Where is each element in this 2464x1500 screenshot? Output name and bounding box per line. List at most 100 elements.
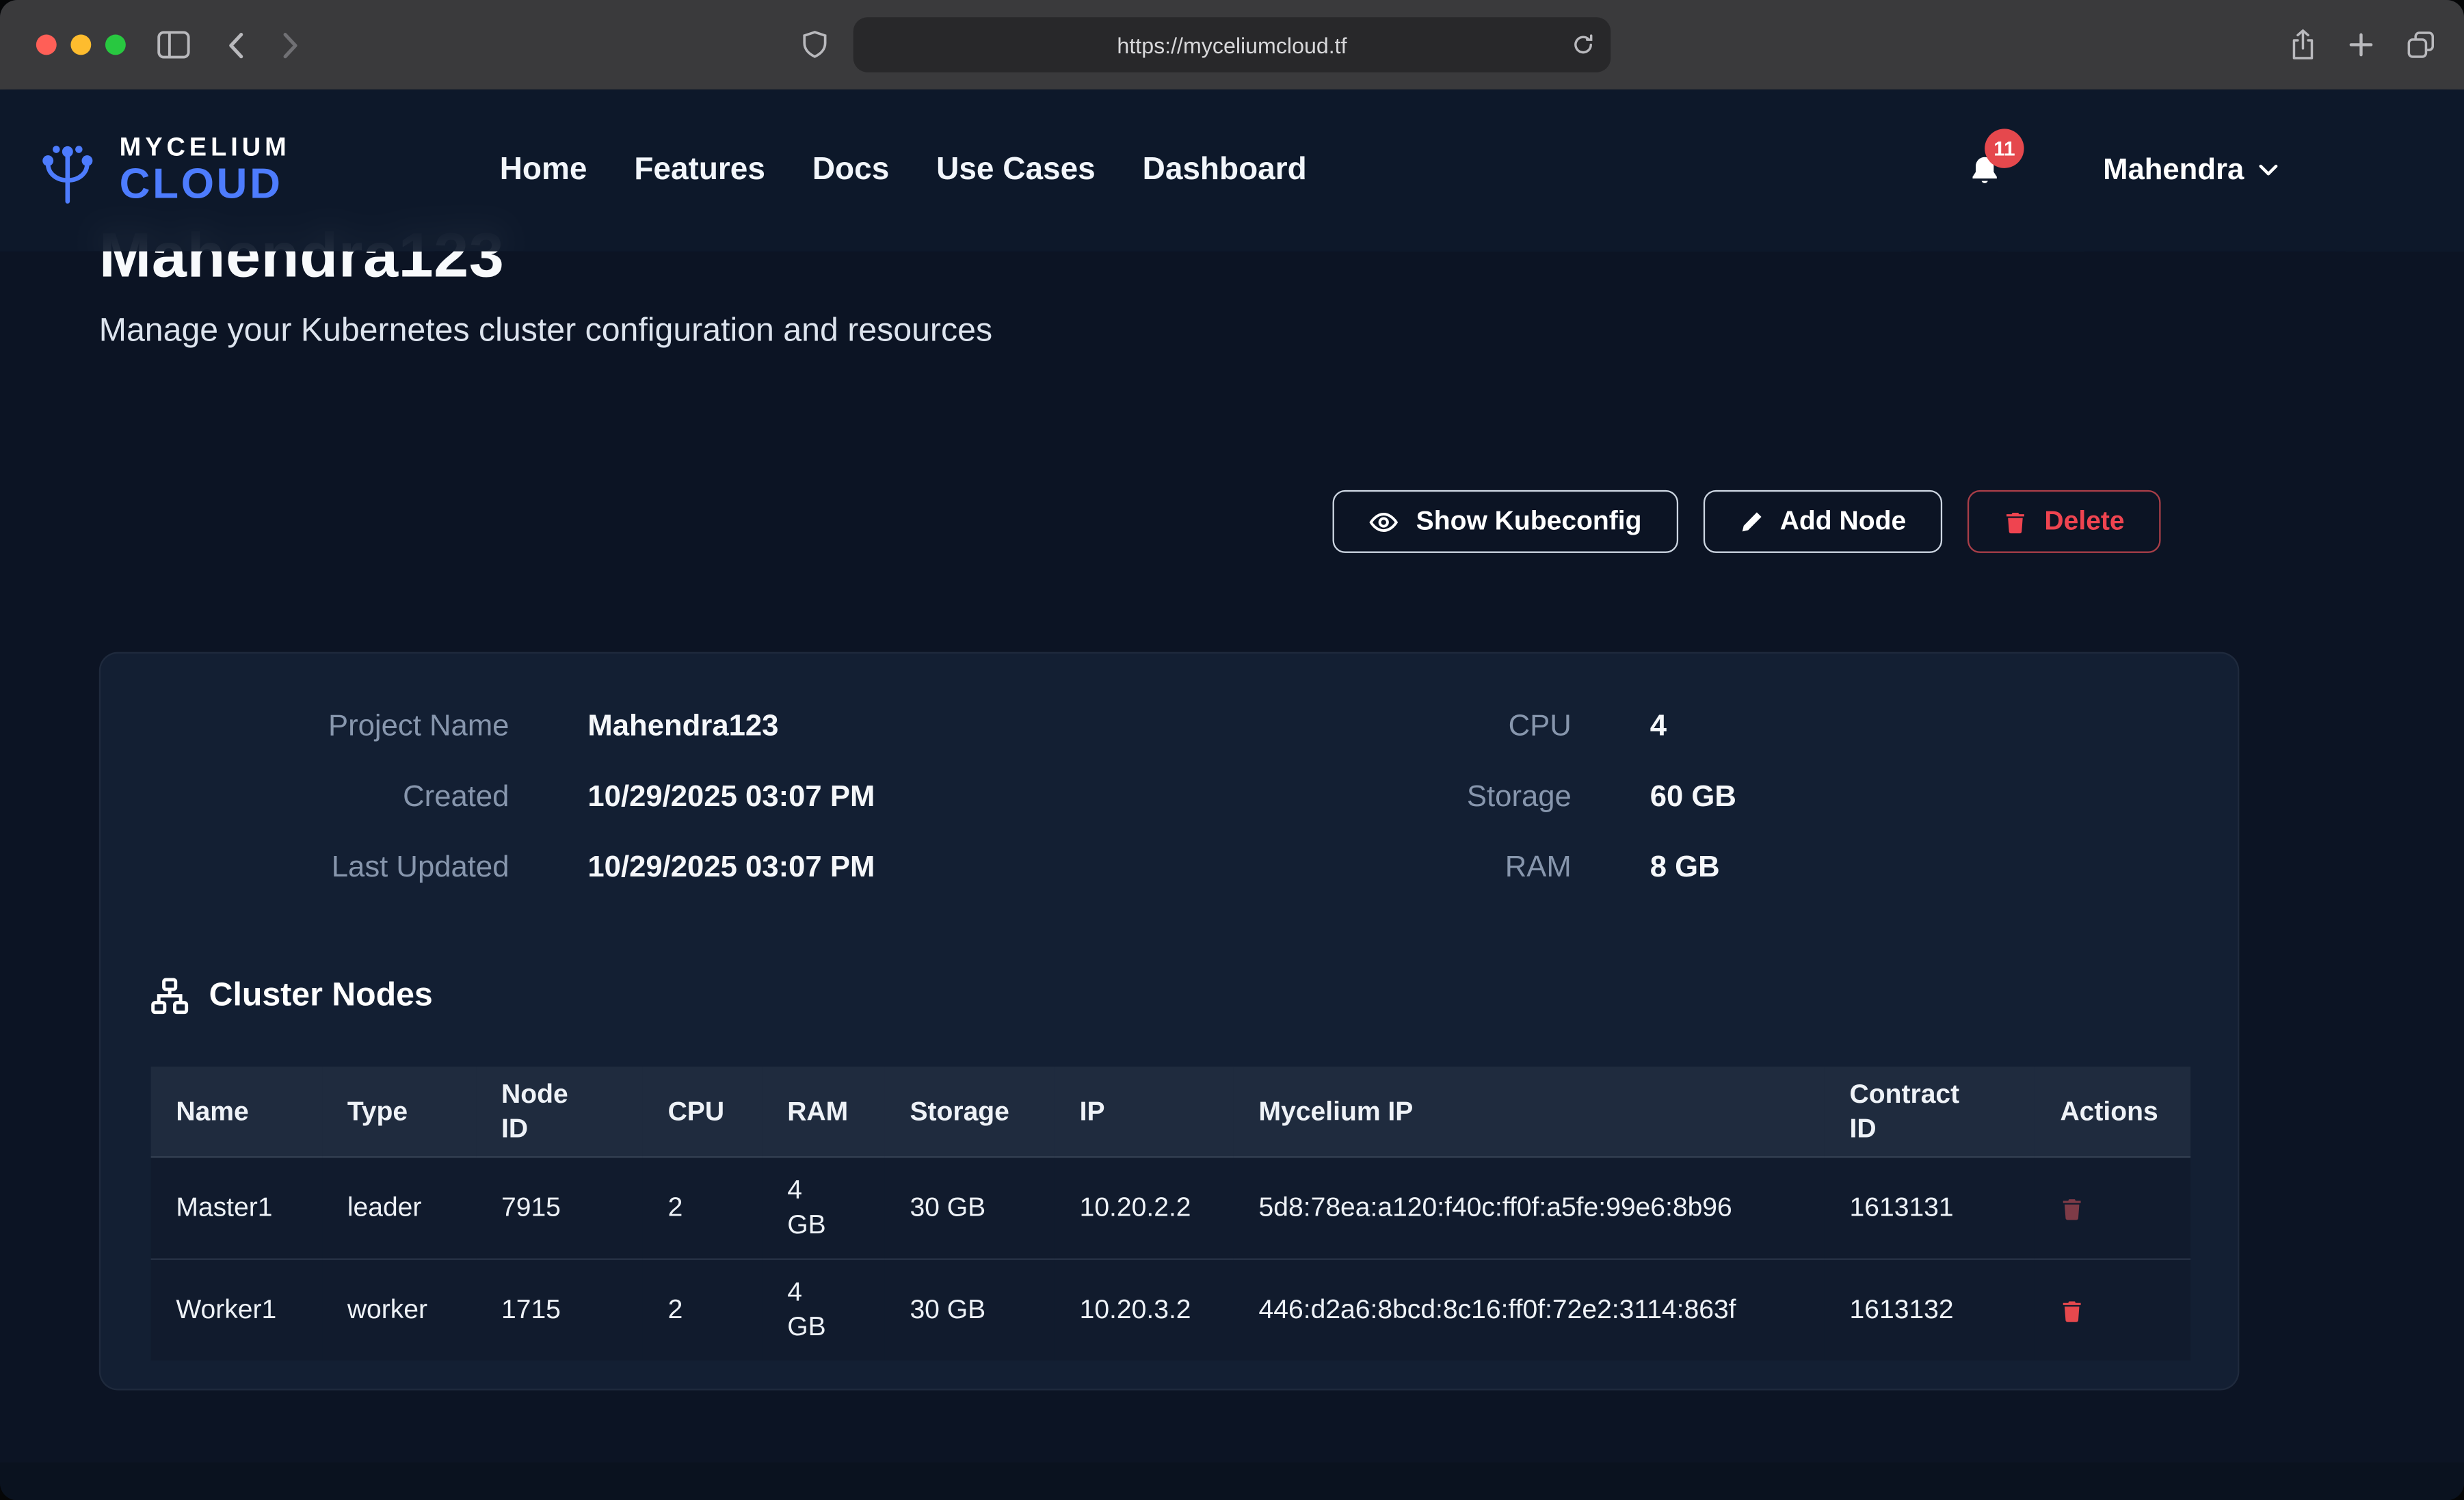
ram-value: 8 GB	[1650, 851, 1720, 885]
cell-type: leader	[322, 1157, 476, 1259]
stage: Mahendra123 Manage your Kubernetes clust…	[0, 0, 2464, 1500]
trash-icon	[2060, 1298, 2083, 1322]
chevron-down-icon	[2258, 163, 2279, 178]
table-row: Worker1 worker 1715 2 4 GB 30 GB 10.20.3…	[151, 1259, 2191, 1361]
user-name: Mahendra	[2103, 153, 2244, 188]
info-row-storage: Storage 60 GB	[1169, 762, 2188, 832]
cell-cpu: 2	[643, 1259, 763, 1361]
cluster-info-grid: Project Name Mahendra123 Created 10/29/2…	[151, 691, 2188, 903]
nav-item-home[interactable]: Home	[500, 152, 587, 189]
main-nav: Home Features Docs Use Cases Dashboard	[500, 90, 1307, 252]
reload-button[interactable]	[1572, 33, 1595, 56]
share-button[interactable]	[2290, 28, 2316, 61]
user-menu[interactable]: Mahendra	[2093, 152, 2288, 189]
cell-ip: 10.20.3.2	[1055, 1259, 1234, 1361]
info-column-left: Project Name Mahendra123 Created 10/29/2…	[151, 691, 1169, 903]
page-subtitle: Manage your Kubernetes cluster configura…	[99, 312, 992, 350]
cell-contract-id: 1613132	[1825, 1259, 2035, 1361]
col-header-name: Name	[151, 1067, 322, 1157]
nav-item-features[interactable]: Features	[634, 152, 765, 189]
last-updated-label: Last Updated	[151, 851, 509, 885]
ram-label: RAM	[1169, 851, 1572, 885]
logo-line2: CLOUD	[120, 162, 291, 206]
eye-icon	[1369, 507, 1399, 537]
site-header: MYCELIUM CLOUD Home Features Docs Use Ca…	[0, 90, 2464, 252]
notifications-button[interactable]: 11	[1958, 152, 2011, 189]
project-name-value: Mahendra123	[587, 709, 778, 744]
trash-icon	[2060, 1196, 2083, 1220]
add-node-button[interactable]: Add Node	[1703, 490, 1942, 553]
notification-badge: 11	[1985, 128, 2024, 167]
created-value: 10/29/2025 03:07 PM	[587, 780, 875, 815]
table-header-row: Name Type Node ID CPU RAM Storage IP Myc…	[151, 1067, 2191, 1157]
close-button[interactable]	[36, 35, 57, 55]
cell-node-id: 7915	[476, 1157, 643, 1259]
nav-item-use-cases[interactable]: Use Cases	[936, 152, 1096, 189]
col-header-storage: Storage	[885, 1067, 1055, 1157]
toolbar-right-group	[2290, 0, 2436, 90]
nav-item-dashboard[interactable]: Dashboard	[1143, 152, 1307, 189]
delete-node-button[interactable]	[2060, 1196, 2083, 1220]
col-header-cpu: CPU	[643, 1067, 763, 1157]
cell-type: worker	[322, 1259, 476, 1361]
new-tab-button[interactable]	[2348, 31, 2374, 58]
col-header-node-id: Node ID	[476, 1067, 643, 1157]
project-name-label: Project Name	[151, 709, 509, 744]
cluster-nodes-heading: Cluster Nodes	[151, 977, 433, 1015]
fullscreen-button[interactable]	[105, 35, 126, 55]
table-row: Master1 leader 7915 2 4 GB 30 GB 10.20.2…	[151, 1157, 2191, 1259]
show-kubeconfig-label: Show Kubeconfig	[1416, 506, 1642, 537]
cell-ram: 4 GB	[762, 1157, 884, 1259]
nav-item-docs[interactable]: Docs	[812, 152, 889, 189]
info-column-right: CPU 4 Storage 60 GB RAM 8 GB	[1169, 691, 2188, 903]
storage-label: Storage	[1169, 780, 1572, 815]
logo[interactable]: MYCELIUM CLOUD	[31, 134, 291, 206]
minimize-button[interactable]	[70, 35, 91, 55]
col-header-actions: Actions	[2035, 1067, 2190, 1157]
cell-name: Master1	[151, 1157, 322, 1259]
col-header-type: Type	[322, 1067, 476, 1157]
cluster-nodes-title: Cluster Nodes	[209, 977, 433, 1015]
cell-node-id: 1715	[476, 1259, 643, 1361]
add-node-label: Add Node	[1780, 506, 1906, 537]
cell-contract-id: 1613131	[1825, 1157, 2035, 1259]
table-body: Master1 leader 7915 2 4 GB 30 GB 10.20.2…	[151, 1157, 2191, 1361]
cell-name: Worker1	[151, 1259, 322, 1361]
logo-line1: MYCELIUM	[120, 135, 291, 162]
cell-actions	[2035, 1157, 2190, 1259]
cell-storage: 30 GB	[885, 1259, 1055, 1361]
back-button[interactable]	[226, 31, 246, 59]
storage-value: 60 GB	[1650, 780, 1736, 815]
privacy-shield-icon[interactable]	[802, 30, 828, 60]
cluster-details-card: Project Name Mahendra123 Created 10/29/2…	[99, 652, 2240, 1391]
info-row-project-name: Project Name Mahendra123	[151, 691, 1169, 762]
col-header-ip: IP	[1055, 1067, 1234, 1157]
window-controls	[36, 35, 126, 55]
tab-overview-button[interactable]	[2406, 30, 2436, 60]
cell-cpu: 2	[643, 1157, 763, 1259]
url-text: https://myceliumcloud.tf	[1117, 32, 1347, 57]
info-row-cpu: CPU 4	[1169, 691, 2188, 762]
table-header: Name Type Node ID CPU RAM Storage IP Myc…	[151, 1067, 2191, 1157]
cell-ip: 10.20.2.2	[1055, 1157, 1234, 1259]
show-kubeconfig-button[interactable]: Show Kubeconfig	[1333, 490, 1678, 553]
cpu-value: 4	[1650, 709, 1667, 744]
cell-mycelium-ip: 5d8:78ea:a120:f40c:ff0f:a5fe:99e6:8b96	[1234, 1157, 1825, 1259]
address-bar[interactable]: https://myceliumcloud.tf	[853, 17, 1611, 72]
info-row-created: Created 10/29/2025 03:07 PM	[151, 762, 1169, 832]
cell-mycelium-ip: 446:d2a6:8bcd:8c16:ff0f:72e2:3114:863f	[1234, 1259, 1825, 1361]
info-row-ram: RAM 8 GB	[1169, 833, 2188, 903]
trash-icon	[2004, 510, 2027, 533]
logo-text: MYCELIUM CLOUD	[120, 135, 291, 206]
delete-cluster-button[interactable]: Delete	[1968, 490, 2161, 553]
delete-node-button[interactable]	[2060, 1298, 2083, 1322]
cluster-actions-row: Show Kubeconfig Add Node Delete	[1333, 490, 2161, 553]
toolbar-left-group	[157, 30, 300, 60]
created-label: Created	[151, 780, 509, 815]
pencil-icon	[1739, 510, 1762, 533]
forward-button[interactable]	[281, 31, 300, 59]
delete-label: Delete	[2044, 506, 2124, 537]
sidebar-toggle-button[interactable]	[157, 30, 190, 60]
col-header-mycelium-ip: Mycelium IP	[1234, 1067, 1825, 1157]
address-bar-area: https://myceliumcloud.tf	[853, 17, 1611, 72]
